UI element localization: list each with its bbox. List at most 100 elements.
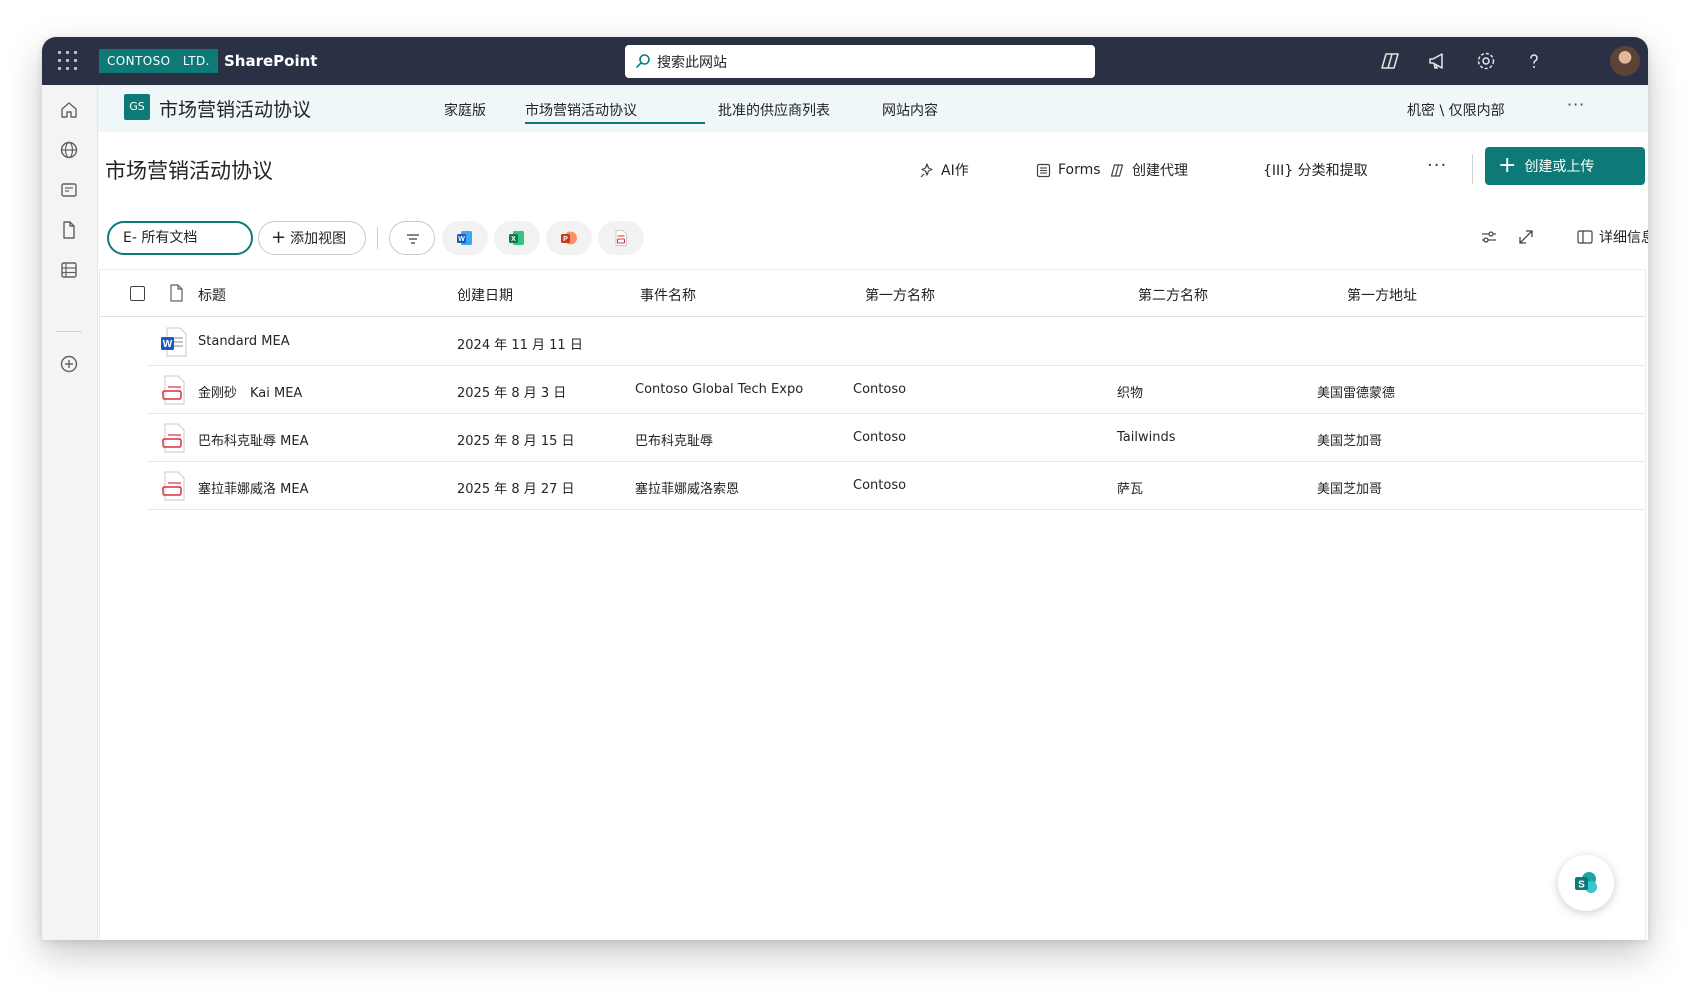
details-label: 详细信息 — [1599, 230, 1648, 246]
word-filter-chip[interactable]: W — [442, 221, 488, 255]
pdf-filter-chip[interactable] — [598, 221, 644, 255]
column-header-event[interactable]: 事件名称 — [640, 285, 696, 305]
cell-second-party: Tailwinds — [1117, 430, 1176, 445]
cell-event: 塞拉菲娜威洛索恩 — [635, 482, 740, 497]
document-list: 标题 创建日期 事件名称 第一方名称 第二方名称 第一方地址 W Standar… — [99, 269, 1646, 940]
plus-icon: + — [1498, 153, 1517, 178]
sharepoint-fab-button[interactable]: S — [1558, 855, 1614, 911]
create-upload-button[interactable]: + 创建或上传 — [1485, 147, 1645, 185]
globe-icon[interactable] — [58, 139, 80, 161]
sparkle-icon — [920, 162, 933, 177]
cell-event: Contoso Global Tech Expo — [635, 382, 804, 397]
library-title: 市场营销活动协议 — [105, 159, 273, 183]
site-more-button[interactable]: ··· — [1567, 95, 1585, 114]
user-avatar[interactable] — [1610, 46, 1640, 76]
table-row[interactable]: 塞拉菲娜威洛 MEA 2025 年 8 月 27 日 塞拉菲娜威洛索恩 Cont… — [147, 462, 1645, 510]
powerpoint-filter-chip[interactable]: P — [546, 221, 592, 255]
svg-text:W: W — [163, 339, 173, 350]
sensitivity-label[interactable]: 机密 \ 仅限内部 — [1407, 100, 1505, 120]
cell-first-party-address: 美国芝加哥 — [1317, 434, 1383, 449]
news-icon[interactable] — [58, 179, 80, 201]
nav-home[interactable]: 家庭版 — [444, 100, 486, 120]
cell-created: 2025 年 8 月 15 日 — [457, 434, 575, 449]
info-pane-icon — [1577, 230, 1593, 244]
column-header-second-party[interactable]: 第二方名称 — [1138, 285, 1208, 305]
excel-icon: X — [509, 231, 524, 245]
table-row[interactable]: 金刚砂 Kai MEA 2025 年 8 月 3 日 Contoso Globa… — [147, 366, 1645, 414]
forms-button[interactable]: Forms — [1035, 158, 1101, 182]
app-launcher-icon[interactable] — [56, 49, 80, 73]
cell-title[interactable]: 金刚砂 Kai MEA — [198, 382, 302, 401]
cell-second-party: 萨瓦 — [1117, 482, 1144, 497]
column-header-title[interactable]: 标题 — [198, 285, 226, 305]
nav-approved-vendors[interactable]: 批准的供应商列表 — [718, 100, 830, 120]
filter-icon — [407, 234, 419, 244]
cell-created: 2025 年 8 月 27 日 — [457, 482, 575, 497]
powerpoint-icon: P — [561, 231, 577, 245]
gear-icon[interactable] — [1474, 49, 1498, 73]
left-rail — [42, 85, 98, 940]
create-agent-label: 创建代理 — [1132, 163, 1188, 179]
nav-site-contents[interactable]: 网站内容 — [882, 100, 938, 120]
command-more-button[interactable]: ··· — [1427, 155, 1447, 176]
help-icon[interactable] — [1522, 49, 1546, 73]
cell-first-party: Contoso — [853, 430, 907, 445]
cell-first-party: Contoso — [853, 382, 907, 397]
cell-first-party-address: 美国芝加哥 — [1317, 482, 1383, 497]
cell-title[interactable]: 巴布科克耻辱 MEA — [198, 430, 308, 449]
command-divider — [1472, 154, 1473, 184]
pdf-file-icon — [162, 423, 185, 453]
home-icon[interactable] — [58, 99, 80, 121]
forms-icon — [1036, 163, 1051, 177]
document-icon[interactable] — [58, 219, 80, 241]
nav-marketing-agreements[interactable]: 市场营销活动协议 — [525, 100, 637, 120]
cell-event: 巴布科克耻辱 — [635, 434, 714, 449]
table-row[interactable]: W Standard MEA 2024 年 11 月 11 日 — [147, 318, 1645, 366]
ai-button[interactable]: AI作 — [918, 158, 969, 182]
svg-text:S: S — [1578, 880, 1585, 891]
svg-text:X: X — [511, 236, 516, 243]
svg-text:W: W — [458, 236, 465, 243]
details-pane-button[interactable]: 详细信息 — [1576, 227, 1648, 247]
create-agent-button[interactable]: 创建代理 — [1109, 158, 1188, 182]
site-title[interactable]: 市场营销活动协议 — [159, 95, 311, 122]
sharepoint-window: CONTOSO LTD. SharePoint 搜索此网站 GS 市场营销活动协… — [42, 37, 1648, 940]
column-header-created[interactable]: 创建日期 — [457, 285, 513, 305]
cell-created: 2024 年 11 月 11 日 — [457, 338, 583, 353]
list-header: 标题 创建日期 事件名称 第一方名称 第二方名称 第一方地址 — [100, 270, 1645, 317]
site-logo[interactable]: GS — [124, 94, 150, 120]
column-header-first-party-address[interactable]: 第一方地址 — [1347, 285, 1417, 305]
classify-extract-label: {III} 分类和提取 — [1263, 163, 1368, 179]
pdf-file-icon — [162, 375, 185, 405]
search-box[interactable]: 搜索此网站 — [625, 45, 1095, 78]
add-circle-icon[interactable] — [58, 353, 80, 375]
svg-text:P: P — [563, 236, 568, 243]
view-selector[interactable]: E- 所有文档 — [107, 221, 253, 255]
table-row[interactable]: 巴布科克耻辱 MEA 2025 年 8 月 15 日 巴布科克耻辱 Contos… — [147, 414, 1645, 462]
add-view-button[interactable]: + 添加视图 — [258, 221, 366, 255]
search-input[interactable]: 搜索此网站 — [657, 52, 727, 72]
copilot-icon[interactable] — [1378, 49, 1402, 73]
file-type-icon[interactable] — [168, 283, 186, 303]
sharepoint-icon: S — [1575, 872, 1597, 893]
forms-label: Forms — [1058, 162, 1101, 178]
site-header: GS 市场营销活动协议 家庭版 市场营销活动协议 批准的供应商列表 网站内容 机… — [98, 85, 1648, 132]
list-icon[interactable] — [58, 259, 80, 281]
expand-icon[interactable] — [1515, 226, 1537, 248]
app-name[interactable]: SharePoint — [224, 50, 317, 72]
ai-label: AI作 — [941, 163, 969, 179]
filter-button[interactable] — [389, 221, 435, 255]
word-file-icon: W — [161, 327, 187, 357]
tenant-logo[interactable]: CONTOSO LTD. — [99, 49, 218, 73]
megaphone-icon[interactable] — [1426, 49, 1450, 73]
select-all-checkbox[interactable] — [130, 286, 145, 301]
excel-filter-chip[interactable]: X — [494, 221, 540, 255]
classify-extract-button[interactable]: {III} 分类和提取 — [1263, 158, 1368, 182]
plus-icon: + — [271, 227, 287, 248]
cell-title[interactable]: Standard MEA — [198, 334, 290, 349]
customize-icon[interactable] — [1478, 226, 1500, 248]
pdf-file-icon — [162, 471, 185, 501]
pdf-icon — [615, 230, 627, 246]
cell-title[interactable]: 塞拉菲娜威洛 MEA — [198, 478, 308, 497]
column-header-first-party[interactable]: 第一方名称 — [865, 285, 935, 305]
